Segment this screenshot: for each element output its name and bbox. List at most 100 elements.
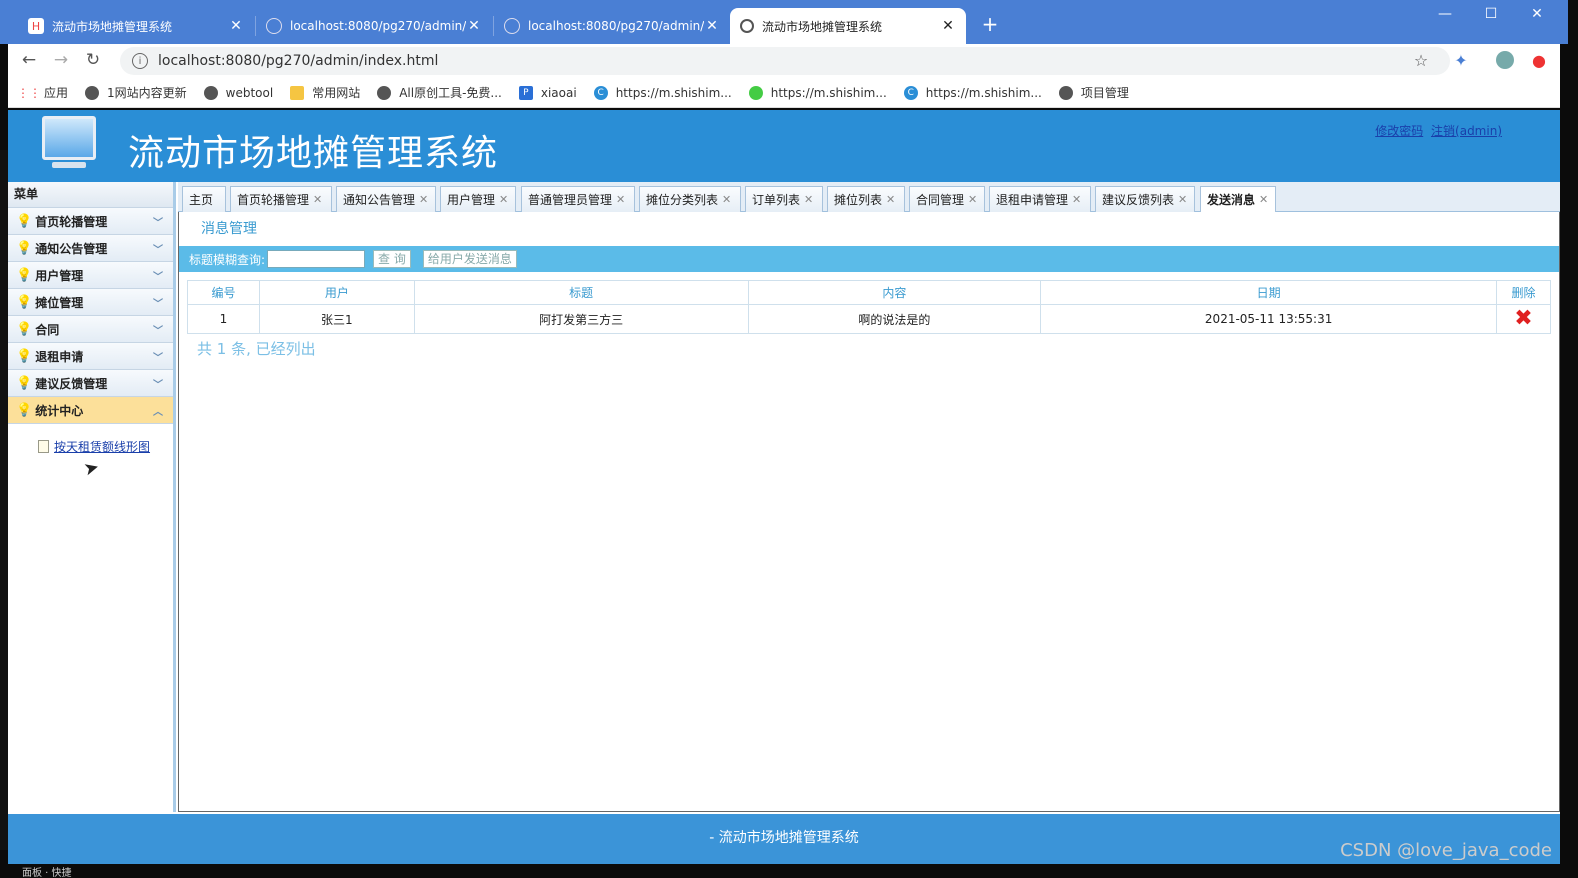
bookmark-item[interactable]: Pxiaoai: [518, 85, 577, 100]
browser-tabstrip: H 流动市场地摊管理系统 ✕ localhost:8080/pg270/admi…: [0, 0, 1568, 44]
taskbar-text: 面板 · 快捷: [22, 868, 72, 878]
minimize-icon[interactable]: —: [1430, 6, 1460, 22]
close-icon[interactable]: ✕: [1178, 193, 1187, 206]
close-icon[interactable]: ✕: [313, 193, 322, 206]
search-bar: 标题模糊查询: 查 询 给用户发送消息: [179, 246, 1559, 272]
query-button[interactable]: 查 询: [373, 250, 411, 268]
close-icon[interactable]: ✕: [499, 193, 508, 206]
search-label: 标题模糊查询:: [189, 252, 266, 267]
cell-title: 阿打发第三方三: [413, 304, 749, 334]
address-bar[interactable]: i localhost:8080/pg270/admin/index.html: [120, 47, 1450, 75]
col-header-id: 编号: [187, 280, 260, 305]
close-icon[interactable]: ✕: [804, 193, 813, 206]
bookmark-item[interactable]: Chttps://m.shishim...: [903, 85, 1042, 100]
tab-home[interactable]: 主页: [182, 186, 226, 212]
close-window-icon[interactable]: ✕: [1522, 6, 1552, 22]
bookmark-item[interactable]: 1网站内容更新: [85, 84, 187, 101]
tab-orders[interactable]: 订单列表 ✕: [745, 186, 823, 212]
back-icon[interactable]: ←: [18, 50, 40, 70]
close-icon[interactable]: ✕: [722, 193, 731, 206]
sidebar-item-stalls[interactable]: 💡 摊位管理 ﹀: [8, 289, 173, 316]
col-header-title: 标题: [413, 280, 749, 305]
close-icon[interactable]: ✕: [968, 193, 977, 206]
tab-stalls[interactable]: 摊位列表 ✕: [827, 186, 905, 212]
sidebar-item-lease-cancel[interactable]: 💡 退租申请 ﹀: [8, 343, 173, 370]
lightbulb-icon: 💡: [16, 348, 33, 364]
page-tabs-bar: 主页 首页轮播管理 ✕ 通知公告管理 ✕ 用户管理 ✕ 普通管理员管理 ✕ 摊位分类列表…: [178, 182, 1560, 212]
tab-notice[interactable]: 通知公告管理 ✕: [336, 186, 436, 212]
close-icon[interactable]: ✕: [886, 193, 895, 206]
browser-tab[interactable]: localhost:8080/pg270/admin/ ✕: [256, 8, 492, 44]
sidebar-item-feedback[interactable]: 💡 建议反馈管理 ﹀: [8, 370, 173, 397]
bookmark-item[interactable]: ⋮⋮ 应用: [17, 84, 68, 101]
close-icon[interactable]: ✕: [1259, 193, 1268, 206]
reload-icon[interactable]: ↻: [82, 50, 104, 70]
page-title: 流动市场地摊管理系统: [128, 133, 499, 174]
address-toolbar: ← → ↻ i localhost:8080/pg270/admin/index…: [8, 44, 1560, 78]
bookmarks-bar: ⋮⋮ 应用 1网站内容更新 webtool 常用网站 All原创工具-免费... …: [8, 78, 1560, 108]
change-password-link[interactable]: 修改密码: [1375, 124, 1423, 138]
bookmark-item[interactable]: webtool: [203, 85, 273, 100]
close-tab-icon[interactable]: ✕: [228, 18, 244, 34]
tab-lease-cancel[interactable]: 退租申请管理 ✕: [989, 186, 1091, 212]
sidebar: 菜单 💡 首页轮播管理 ﹀ 💡 通知公告管理 ﹀ 💡 用户管理 ﹀ 💡 摊位管理 ﹀ 💡 合同 ﹀ …: [8, 182, 176, 812]
forward-icon[interactable]: →: [50, 50, 72, 70]
tab-contracts[interactable]: 合同管理 ✕: [909, 186, 985, 212]
avatar[interactable]: [1494, 51, 1516, 73]
col-header-date: 日期: [1040, 280, 1497, 305]
logout-link[interactable]: 注销(admin): [1431, 124, 1502, 138]
c-logo-icon: C: [903, 85, 918, 100]
sidebar-item-stats[interactable]: 💡 统计中心 ︿: [8, 397, 173, 424]
bookmark-item[interactable]: 项目管理: [1058, 84, 1129, 101]
close-tab-icon[interactable]: ✕: [704, 18, 720, 34]
globe-icon: [85, 85, 100, 100]
tab-stall-categories[interactable]: 摊位分类列表 ✕: [639, 186, 741, 212]
lightbulb-icon: 💡: [16, 213, 33, 229]
col-header-content: 内容: [747, 280, 1042, 305]
message-table: 编号 用户 标题 内容 日期 删除 1 张三1 阿打发第三方三 啊的说法是的 2: [187, 280, 1552, 334]
p-logo-icon: P: [518, 85, 533, 100]
panel-title: 消息管理: [201, 221, 257, 237]
lightbulb-icon: 💡: [16, 375, 33, 391]
bookmark-star-icon[interactable]: ☆: [1410, 51, 1432, 70]
bookmark-item[interactable]: Chttps://m.shishim...: [593, 85, 732, 100]
title-search-input[interactable]: [267, 250, 366, 268]
bookmark-item[interactable]: All原创工具-免费...: [377, 84, 502, 101]
sidebar-item-notice[interactable]: 💡 通知公告管理 ﹀: [8, 235, 173, 262]
new-tab-icon[interactable]: +: [978, 12, 1002, 36]
sidebar-item-contract[interactable]: 💡 合同 ﹀: [8, 316, 173, 343]
extension-icon[interactable]: ✦: [1450, 51, 1472, 70]
tab-admins[interactable]: 普通管理员管理 ✕: [521, 186, 635, 212]
chevron-down-icon: ﹀: [153, 244, 163, 256]
browser-tab-title: localhost:8080/pg270/admin/: [290, 19, 466, 33]
close-icon[interactable]: ✕: [616, 193, 625, 206]
close-tab-icon[interactable]: ✕: [466, 18, 482, 34]
globe-icon: [377, 85, 392, 100]
info-icon[interactable]: i: [132, 53, 148, 69]
close-icon[interactable]: ✕: [1072, 193, 1081, 206]
delete-x-icon[interactable]: ✖: [1514, 306, 1532, 331]
extension-red-icon[interactable]: ●: [1528, 51, 1550, 70]
content-frame: 消息管理 标题模糊查询: 查 询 给用户发送消息 编号 用户 标题 内容 日期 …: [178, 212, 1560, 812]
bookmark-item[interactable]: 常用网站: [290, 84, 360, 101]
browser-tab[interactable]: H 流动市场地摊管理系统 ✕: [18, 8, 254, 44]
lightbulb-icon: 💡: [16, 240, 33, 256]
url-text: localhost:8080/pg270/admin/index.html: [158, 53, 439, 69]
bookmark-item[interactable]: https://m.shishim...: [748, 85, 887, 100]
mouse-cursor-icon: ➤: [81, 456, 102, 481]
sidebar-item-carousel[interactable]: 💡 首页轮播管理 ﹀: [8, 208, 173, 235]
browser-tab-active[interactable]: 流动市场地摊管理系统 ✕: [730, 8, 966, 44]
tab-users[interactable]: 用户管理 ✕: [440, 186, 516, 212]
tab-send-message[interactable]: 发送消息 ✕: [1200, 186, 1276, 212]
browser-tab[interactable]: localhost:8080/pg270/admin/ ✕: [494, 8, 730, 44]
close-tab-icon[interactable]: ✕: [940, 18, 956, 34]
close-icon[interactable]: ✕: [419, 193, 428, 206]
tab-feedback[interactable]: 建议反馈列表 ✕: [1095, 186, 1195, 212]
tab-carousel[interactable]: 首页轮播管理 ✕: [230, 186, 332, 212]
cell-id: 1: [187, 304, 260, 334]
daily-rent-chart-link[interactable]: 按天租赁额线形图: [54, 438, 150, 455]
lightbulb-icon: 💡: [16, 402, 33, 418]
sidebar-item-users[interactable]: 💡 用户管理 ﹀: [8, 262, 173, 289]
send-message-button[interactable]: 给用户发送消息: [422, 250, 517, 268]
maximize-icon[interactable]: ☐: [1476, 6, 1506, 22]
